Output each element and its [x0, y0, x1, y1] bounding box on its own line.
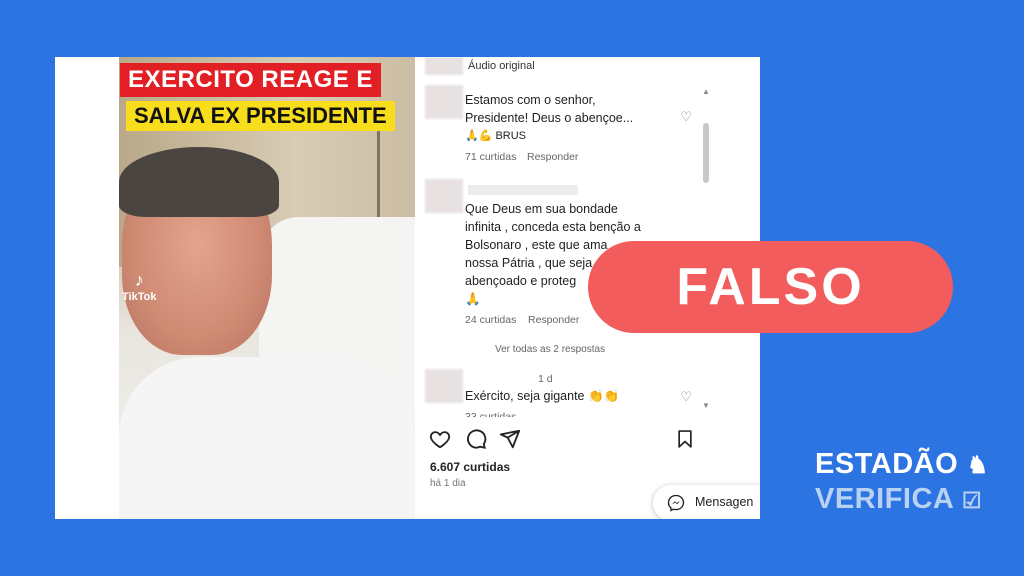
avatar — [425, 369, 463, 403]
view-replies-link[interactable]: Ver todas as 2 respostas — [495, 344, 605, 355]
messenger-icon — [667, 494, 685, 512]
post-likes[interactable]: 6.607 curtidas — [430, 460, 510, 474]
comment-1-likes[interactable]: 71 curtidas — [465, 151, 516, 163]
photo-hair — [119, 147, 279, 217]
share-icon[interactable] — [499, 428, 521, 450]
heart-icon[interactable] — [429, 428, 451, 450]
post-time: há 1 dia — [430, 478, 466, 489]
brand-logo: ESTADÃO ♞ VERIFICA ☑ — [815, 448, 989, 516]
messages-label: Mensagen — [695, 495, 754, 509]
post-actions — [429, 428, 699, 458]
check-icon: ☑ — [961, 488, 983, 513]
scroll-thumb[interactable] — [703, 123, 709, 183]
comment-3-likes[interactable]: 33 curtidas — [465, 411, 516, 417]
comment-1-line3: 🙏💪 BRUS — [465, 130, 527, 142]
comment-1-reply[interactable]: Responder — [527, 151, 578, 163]
messages-button[interactable]: Mensagen — [653, 485, 760, 519]
brand-line2: VERIFICA ☑ — [815, 483, 983, 515]
comment-2-line1: Que Deus em sua bondade — [465, 202, 618, 216]
comment-icon[interactable] — [465, 428, 487, 450]
photo-shirt — [119, 357, 415, 519]
avatar — [425, 85, 463, 119]
tiktok-icon: ♪ — [134, 270, 144, 290]
like-comment-icon[interactable]: ♡ — [680, 389, 692, 405]
scroll-down-icon[interactable]: ▼ — [702, 401, 710, 410]
comment-2-reply[interactable]: Responder — [528, 314, 579, 326]
bookmark-icon[interactable] — [675, 428, 695, 450]
comment-1-line2: Presidente! Deus o abençoe... — [465, 111, 634, 125]
comment-3-age: 1 d — [538, 373, 553, 385]
comments-scrollbar[interactable]: ▲ ▼ — [700, 57, 714, 417]
verdict-badge: FALSO — [588, 241, 953, 333]
comment-2-likes[interactable]: 24 curtidas — [465, 314, 516, 326]
like-comment-icon[interactable]: ♡ — [680, 109, 692, 125]
comment-2-line2: infinita , conceda esta benção a — [465, 220, 641, 234]
comment-3-line1: Exército, seja gigante 👏👏 — [465, 389, 620, 403]
comment-1-line1: Estamos com o senhor, — [465, 93, 596, 107]
post-banner-line1: EXERCITO REAGE E — [120, 63, 381, 97]
horse-logo-icon: ♞ — [966, 452, 989, 479]
avatar — [425, 57, 463, 75]
tiktok-label: TikTok — [122, 291, 157, 303]
scroll-up-icon[interactable]: ▲ — [702, 87, 710, 96]
audio-label[interactable]: Áudio original — [468, 60, 535, 72]
brand-line1: ESTADÃO ♞ — [815, 448, 989, 480]
tiktok-watermark: ♪ TikTok — [122, 270, 156, 303]
post-banner-line2: SALVA EX PRESIDENTE — [126, 101, 395, 131]
username-blur — [468, 185, 578, 195]
avatar — [425, 179, 463, 213]
